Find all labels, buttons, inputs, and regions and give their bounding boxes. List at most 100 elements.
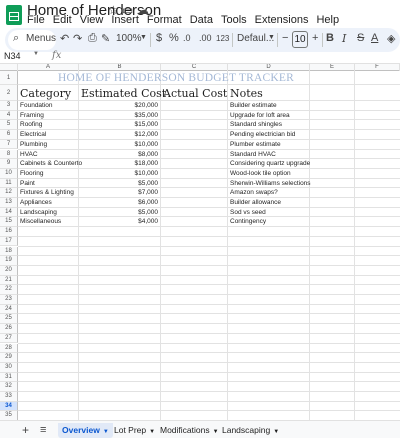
bold-button[interactable]: B	[326, 32, 334, 44]
strikethrough-button[interactable]: S	[357, 32, 364, 44]
redo-icon[interactable]: ↷	[73, 32, 82, 45]
row-header[interactable]: 22	[0, 285, 18, 295]
percent-format-button[interactable]: %	[169, 32, 179, 44]
estimated-cost-cell[interactable]: $5,000	[79, 180, 158, 187]
tab-overview[interactable]: Overview ▼	[58, 423, 113, 438]
row-header[interactable]: 8	[0, 149, 18, 160]
row-header[interactable]: 7	[0, 139, 18, 150]
notes-cell[interactable]: Wood-look tile option	[230, 170, 291, 177]
header-category[interactable]: Category	[20, 87, 71, 100]
increase-decimal-button[interactable]: .00	[199, 33, 212, 43]
column-header-d[interactable]: D	[228, 64, 310, 71]
row-header[interactable]: 6	[0, 130, 18, 140]
increase-font-size-icon[interactable]: +	[312, 32, 318, 44]
row-header[interactable]: 29	[0, 353, 18, 363]
estimated-cost-cell[interactable]: $20,000	[79, 102, 159, 109]
column-header-f[interactable]: F	[355, 64, 400, 71]
menu-insert[interactable]: Insert	[111, 14, 139, 26]
print-icon[interactable]: ⎙	[88, 32, 97, 45]
row-header[interactable]: 1	[0, 71, 18, 85]
row-header[interactable]: 24	[0, 304, 18, 315]
row-header[interactable]: 19	[0, 256, 18, 266]
category-cell[interactable]: Miscellaneous	[20, 218, 61, 225]
notes-cell[interactable]: Contingency	[230, 218, 266, 225]
spreadsheet-grid[interactable]: A B C D E F 1 2 3 4 5 6 7 8 9 10 11 12 13 14 15 16 17 18 1…	[0, 64, 400, 420]
row-header[interactable]: 13	[0, 198, 18, 208]
menu-tools[interactable]: Tools	[221, 14, 247, 26]
notes-cell[interactable]: Plumber estimate	[230, 141, 281, 148]
notes-cell[interactable]: Amazon swaps?	[230, 189, 278, 196]
row-header[interactable]: 10	[0, 168, 18, 179]
estimated-cost-cell[interactable]: $18,000	[79, 160, 159, 167]
menu-file[interactable]: File	[27, 14, 45, 26]
notes-cell[interactable]: Standard shingles	[230, 121, 282, 128]
sheets-logo-icon[interactable]	[6, 5, 22, 25]
row-header[interactable]: 34	[0, 401, 18, 412]
row-header[interactable]: 30	[0, 362, 18, 373]
row-header[interactable]: 3	[0, 101, 18, 111]
notes-cell[interactable]: Builder estimate	[230, 102, 277, 109]
category-cell[interactable]: Plumbing	[20, 141, 47, 148]
italic-button[interactable]: I	[342, 32, 346, 45]
column-header-e[interactable]: E	[310, 64, 355, 71]
estimated-cost-cell[interactable]: $8,000	[79, 151, 158, 158]
row-header[interactable]: 14	[0, 207, 18, 218]
category-cell[interactable]: Fixtures & Lighting	[20, 189, 74, 196]
sheet-title[interactable]: HOME OF HENDERSON BUDGET TRACKER	[58, 72, 294, 84]
header-actual-cost[interactable]: Actual Cost	[163, 87, 227, 100]
tab-modifications[interactable]: Modifications ▼	[156, 423, 223, 438]
row-header[interactable]: 31	[0, 372, 18, 383]
notes-cell[interactable]: Sherwin-Williams selections	[230, 180, 311, 187]
row-header[interactable]: 9	[0, 159, 18, 169]
row-header[interactable]: 21	[0, 275, 18, 286]
estimated-cost-cell[interactable]: $7,000	[79, 189, 158, 196]
zoom-select[interactable]: 100%	[116, 33, 142, 44]
estimated-cost-cell[interactable]: $10,000	[79, 170, 159, 177]
category-cell[interactable]: HVAC	[20, 151, 38, 158]
category-cell[interactable]: Foundation	[20, 102, 53, 109]
estimated-cost-cell[interactable]: $5,000	[79, 209, 158, 216]
notes-cell[interactable]: Standard HVAC	[230, 151, 276, 158]
category-cell[interactable]: Landscaping	[20, 209, 57, 216]
row-header[interactable]: 2	[0, 85, 18, 101]
all-sheets-icon[interactable]: ≡	[40, 424, 46, 436]
estimated-cost-cell[interactable]: $35,000	[79, 112, 159, 119]
tab-lot-prep[interactable]: Lot Prep ▼	[110, 423, 159, 438]
row-header[interactable]: 18	[0, 246, 18, 257]
select-all-corner[interactable]	[0, 64, 18, 71]
text-color-button[interactable]: A	[371, 32, 378, 44]
decrease-decimal-button[interactable]: .0	[183, 33, 191, 43]
more-formats-button[interactable]: 123	[216, 34, 229, 43]
fill-color-icon[interactable]: ◈	[387, 32, 395, 45]
row-header[interactable]: 12	[0, 188, 18, 198]
row-header[interactable]: 28	[0, 343, 18, 354]
row-header[interactable]: 5	[0, 120, 18, 131]
row-header[interactable]: 25	[0, 314, 18, 325]
row-header[interactable]: 26	[0, 324, 18, 334]
category-cell[interactable]: Paint	[20, 180, 35, 187]
header-estimated-cost[interactable]: Estimated Cost	[81, 87, 166, 100]
category-cell[interactable]: Electrical	[20, 131, 46, 138]
estimated-cost-cell[interactable]: $4,000	[79, 218, 158, 225]
row-header[interactable]: 23	[0, 295, 18, 305]
row-header[interactable]: 17	[0, 236, 18, 247]
notes-cell[interactable]: Pending electrician bid	[230, 131, 295, 138]
category-cell[interactable]: Framing	[20, 112, 44, 119]
estimated-cost-cell[interactable]: $12,000	[79, 131, 159, 138]
decrease-font-size-icon[interactable]: −	[282, 32, 288, 44]
estimated-cost-cell[interactable]: $15,000	[79, 121, 159, 128]
menu-help[interactable]: Help	[316, 14, 339, 26]
font-size-input[interactable]: 10	[292, 31, 308, 48]
currency-format-button[interactable]: $	[156, 32, 162, 44]
row-header[interactable]: 35	[0, 411, 18, 420]
row-header[interactable]: 16	[0, 227, 18, 237]
row-header[interactable]: 20	[0, 265, 18, 276]
paint-format-icon[interactable]: ✎	[101, 32, 110, 45]
name-box[interactable]: N34	[4, 51, 21, 61]
category-cell[interactable]: Cabinets & Counterto	[20, 160, 82, 167]
menu-data[interactable]: Data	[190, 14, 213, 26]
add-sheet-icon[interactable]: +	[22, 423, 29, 437]
column-header-b[interactable]: B	[79, 64, 161, 71]
row-header[interactable]: 32	[0, 382, 18, 392]
menu-view[interactable]: View	[80, 14, 104, 26]
